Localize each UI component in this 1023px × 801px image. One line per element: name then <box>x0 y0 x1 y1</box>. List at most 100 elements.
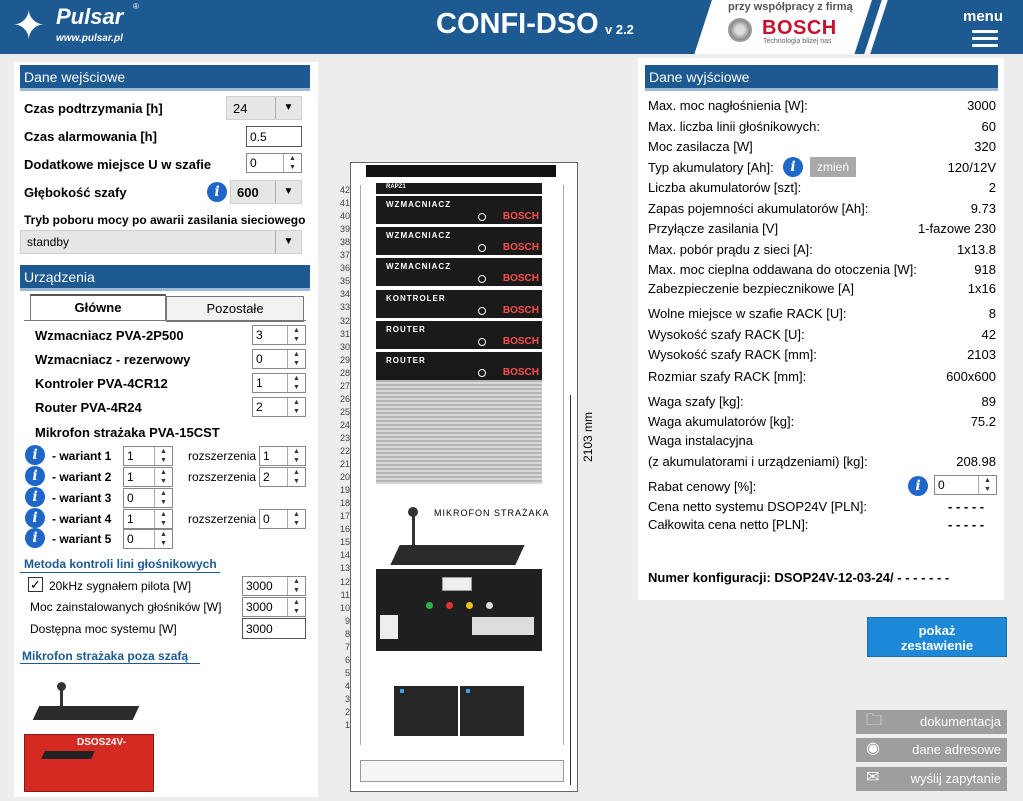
stepper-arrows-icon[interactable]: ▲ ▼ <box>287 468 305 486</box>
chevron-down-icon[interactable]: ▼ <box>275 181 301 203</box>
output-row-value: 9.73 <box>970 201 996 216</box>
rack-device-name: ROUTER <box>386 356 426 365</box>
pilot-checkbox[interactable]: ✓ <box>28 577 43 592</box>
extension-stepper[interactable]: 0 ▲ ▼ <box>259 509 306 529</box>
output-section-title: Dane wyjściowe <box>649 69 750 85</box>
method-underline <box>20 572 220 573</box>
device-stepper[interactable]: 3 ▲ ▼ <box>252 325 306 345</box>
variant-stepper[interactable]: 0 ▲ ▼ <box>123 488 173 508</box>
device-label: Kontroler PVA-4CR12 <box>35 376 168 391</box>
method-title: Metoda kontroli lini głośnikowych <box>24 557 217 571</box>
device-value: 0 <box>256 352 263 366</box>
address-data-button[interactable]: ◉ dane adresowe <box>856 738 1007 762</box>
device-label: Wzmacniacz - rezerwowy <box>35 352 191 367</box>
variant-stepper[interactable]: 1 ▲ ▼ <box>123 509 173 529</box>
variant-info-icon[interactable]: i <box>25 528 45 548</box>
extension-value: 0 <box>263 512 270 526</box>
variant-stepper[interactable]: 1 ▲ ▼ <box>123 446 173 466</box>
depth-value: 600 <box>237 185 259 200</box>
stepper-arrows-icon[interactable]: ▲ ▼ <box>287 374 305 392</box>
remote-mic-image: DSOS24V- <box>24 682 154 792</box>
rack-unit-number: 42 <box>339 185 350 195</box>
stepper-arrows-icon[interactable]: ▲ ▼ <box>287 577 305 595</box>
menu-label[interactable]: menu <box>963 8 1003 25</box>
extra-u-stepper[interactable]: 0 ▲ ▼ <box>246 153 302 173</box>
output-row-value: 1x16 <box>967 281 996 296</box>
rack-device: KONTROLER BOSCH <box>376 289 542 318</box>
show-summary-button[interactable]: pokaż zestawienie <box>867 617 1007 657</box>
tab-other[interactable]: Pozostałe <box>166 296 304 322</box>
device-stepper[interactable]: 2 ▲ ▼ <box>252 397 306 417</box>
rack-unit-number: 14 <box>339 550 350 561</box>
alarm-time-input[interactable] <box>246 126 302 147</box>
send-inquiry-button[interactable]: ✉ wyślij zapytanie <box>856 767 1007 791</box>
variant-label: - wariant 5 <box>52 532 112 546</box>
output-row-value: 8 <box>988 306 996 321</box>
stepper-arrows-icon[interactable]: ▲ ▼ <box>154 510 172 528</box>
device-value: 3 <box>256 328 263 342</box>
stepper-arrows-icon[interactable]: ▲ ▼ <box>154 489 172 507</box>
stepper-arrows-icon[interactable]: ▲ ▼ <box>154 530 172 548</box>
stepper-arrows-icon[interactable]: ▲ ▼ <box>287 398 305 416</box>
depth-info-icon[interactable]: i <box>207 182 227 202</box>
stepper-arrows-icon[interactable]: ▲ ▼ <box>154 468 172 486</box>
output-row-label: Zapas pojemności akumulatorów [Ah]: <box>648 201 869 216</box>
installed-stepper[interactable]: 3000 ▲ ▼ <box>242 597 306 617</box>
bosch-dot-icon <box>478 306 486 315</box>
variant-info-icon[interactable]: i <box>25 466 45 486</box>
documentation-button[interactable]: 🗀 dokumentacja <box>856 710 1007 734</box>
variant-info-icon[interactable]: i <box>25 445 45 465</box>
discount-info-icon[interactable]: i <box>908 476 928 496</box>
stepper-arrows-icon[interactable]: ▲ ▼ <box>978 476 996 494</box>
psu-left-module <box>380 615 398 639</box>
extension-stepper[interactable]: 1 ▲ ▼ <box>259 446 306 466</box>
net-system-value: - - - - - <box>948 499 985 514</box>
extension-stepper[interactable]: 2 ▲ ▼ <box>259 467 306 487</box>
change-battery-button[interactable]: zmień <box>810 157 856 177</box>
output-row: Zapas pojemności akumulatorów [Ah]: 9.73 <box>648 201 996 219</box>
input-section-title: Dane wejściowe <box>24 69 126 85</box>
stepper-arrows-icon[interactable]: ▲ ▼ <box>287 510 305 528</box>
output-row-label: Moc zasilacza [W] <box>648 139 753 154</box>
rack-unit-number: 31 <box>339 328 350 339</box>
rack-device: ROUTER BOSCH <box>376 352 542 380</box>
discount-stepper[interactable]: 0 ▲ ▼ <box>934 475 997 495</box>
device-stepper[interactable]: 1 ▲ ▼ <box>252 373 306 393</box>
user-icon: ◉ <box>866 740 880 757</box>
stepper-arrows-icon[interactable]: ▲ ▼ <box>287 350 305 368</box>
rack-unit-number: 12 <box>339 576 350 587</box>
stepper-arrows-icon[interactable]: ▲ ▼ <box>283 154 301 172</box>
variant-info-icon[interactable]: i <box>25 487 45 507</box>
variant-value: 0 <box>127 532 134 546</box>
stepper-arrows-icon[interactable]: ▲ ▼ <box>287 326 305 344</box>
mode-select[interactable]: standby ▼ <box>20 230 302 254</box>
rack-unit-number: 15 <box>339 537 350 548</box>
tab-main[interactable]: Główne <box>30 294 166 320</box>
output-row: Wysokość szafy RACK [U]: 42 <box>648 327 996 345</box>
rack-unit-number: 26 <box>339 393 350 404</box>
rack-height-text: 2103 mm <box>581 411 595 462</box>
mic-desk-top <box>32 706 140 720</box>
chevron-down-icon[interactable]: ▼ <box>275 97 301 119</box>
stepper-arrows-icon[interactable]: ▲ ▼ <box>287 598 305 616</box>
battery-type-info-icon[interactable]: i <box>783 157 803 177</box>
stepper-arrows-icon[interactable]: ▲ ▼ <box>287 447 305 465</box>
device-stepper[interactable]: 0 ▲ ▼ <box>252 349 306 369</box>
variant-stepper[interactable]: 0 ▲ ▼ <box>123 529 173 549</box>
app-version: v 2.2 <box>605 22 634 37</box>
remote-mic-underline <box>20 663 200 664</box>
stepper-arrows-icon[interactable]: ▲ ▼ <box>154 447 172 465</box>
chevron-down-icon[interactable]: ▼ <box>275 231 301 253</box>
backup-time-select[interactable]: 24 ▼ <box>226 96 302 120</box>
yellow-led-icon <box>466 602 473 609</box>
hamburger-menu-icon[interactable] <box>972 30 998 48</box>
variant-info-icon[interactable]: i <box>25 508 45 528</box>
pilot-stepper[interactable]: 3000 ▲ ▼ <box>242 576 306 596</box>
variant-stepper[interactable]: 1 ▲ ▼ <box>123 467 173 487</box>
rack-mic-base <box>390 545 525 565</box>
variant-label: - wariant 3 <box>52 491 112 505</box>
mode-label: Tryb poboru mocy po awarii zasilania sie… <box>24 213 306 227</box>
extra-u-value: 0 <box>250 156 257 170</box>
output-row-label: Waga instalacyjna <box>648 433 754 448</box>
depth-select[interactable]: 600 ▼ <box>230 180 302 204</box>
